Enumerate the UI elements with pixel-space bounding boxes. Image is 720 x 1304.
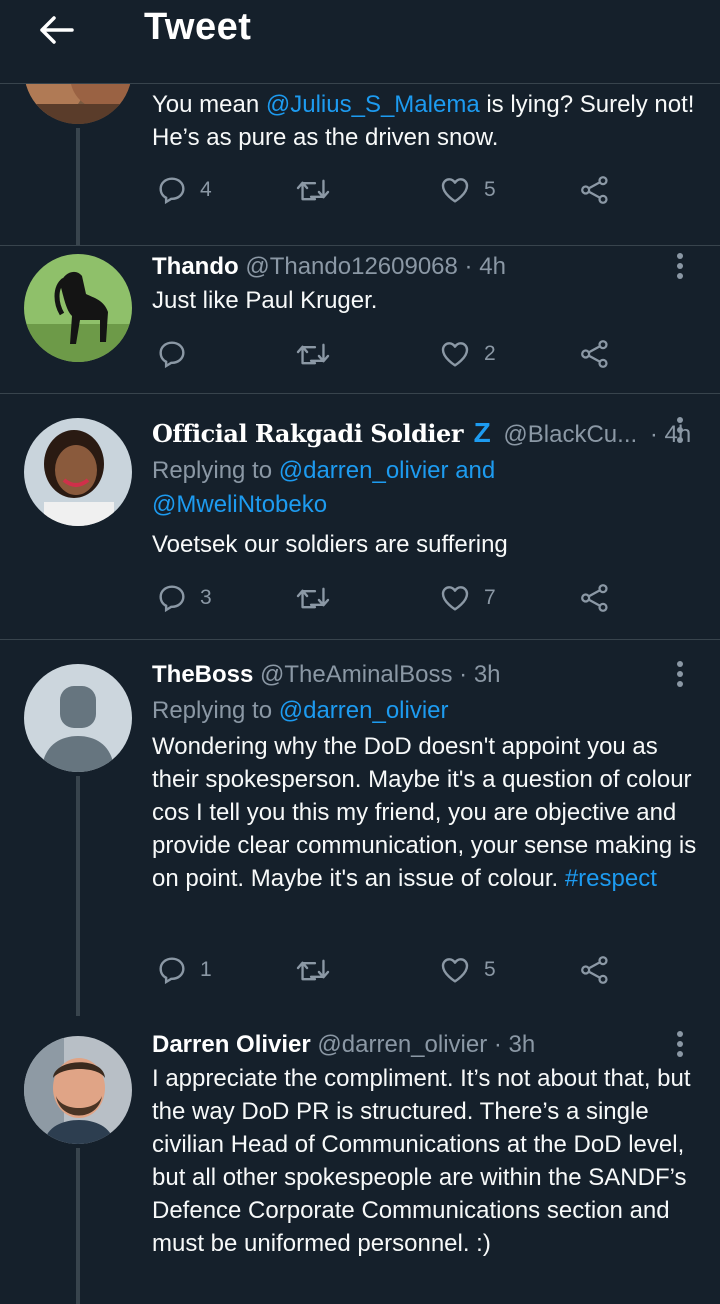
- thread-line: [76, 1148, 80, 1304]
- thread-line: [76, 776, 80, 1016]
- like-button[interactable]: 5: [438, 950, 496, 990]
- replying-to: Replying to @darren_olivier and @MweliNt…: [152, 457, 496, 518]
- retweet-icon: [296, 959, 330, 981]
- mention-link[interactable]: @Julius_S_Malema: [266, 91, 480, 118]
- thread-line: [76, 128, 80, 246]
- share-icon: [581, 584, 608, 612]
- share-button[interactable]: [578, 950, 612, 990]
- share-button[interactable]: [578, 334, 612, 374]
- retweet-button[interactable]: [296, 334, 342, 374]
- heart-icon: [441, 958, 469, 983]
- page-title: Tweet: [144, 6, 252, 48]
- timestamp[interactable]: 3h: [474, 661, 501, 688]
- like-button[interactable]: 2: [438, 334, 496, 374]
- reply-button[interactable]: 3: [156, 578, 212, 618]
- retweet-icon: [296, 179, 330, 201]
- avatar[interactable]: [24, 1036, 132, 1144]
- retweet-icon: [296, 587, 330, 609]
- reply-icon: [159, 585, 185, 613]
- tweet-reply[interactable]: Official Rakgadi Soldier Z @BlackCu... ·…: [0, 394, 720, 640]
- hashtag-link[interactable]: #respect: [565, 865, 657, 892]
- more-vertical-icon: [677, 417, 683, 443]
- author-name[interactable]: Thando: [152, 253, 239, 280]
- top-bar: Tweet: [0, 0, 720, 84]
- tweet-text: You mean @Julius_S_Malema is lying? Sure…: [152, 91, 695, 151]
- reply-icon: [159, 341, 185, 369]
- author-handle[interactable]: @TheAminalBoss: [260, 661, 452, 688]
- author-handle[interactable]: @BlackCu...: [503, 421, 637, 448]
- share-icon: [581, 956, 608, 984]
- retweet-button[interactable]: [296, 950, 342, 990]
- avatar[interactable]: [24, 664, 132, 772]
- tweet-reply[interactable]: Thando @Thando12609068 · 4h Just like Pa…: [0, 246, 720, 394]
- author-name[interactable]: Official Rakgadi Soldier: [152, 419, 463, 448]
- author-name[interactable]: Darren Olivier: [152, 1031, 311, 1058]
- retweet-icon: [296, 343, 330, 365]
- retweet-button[interactable]: [296, 170, 342, 210]
- mention-link[interactable]: @MweliNtobeko: [152, 491, 327, 518]
- share-icon: [581, 176, 608, 204]
- timestamp[interactable]: 3h: [509, 1031, 536, 1058]
- share-button[interactable]: [578, 170, 612, 210]
- arrow-left-icon: [40, 16, 74, 44]
- tweet-reply[interactable]: TheBoss @TheAminalBoss · 3h Replying to …: [0, 640, 720, 1016]
- timestamp[interactable]: 4h: [479, 253, 506, 280]
- share-icon: [581, 340, 608, 368]
- tweet-text: I appreciate the compliment. It’s not ab…: [152, 1065, 691, 1257]
- z-badge-icon: Z: [473, 417, 491, 448]
- avatar[interactable]: [24, 418, 132, 526]
- tweet-reply[interactable]: You mean @Julius_S_Malema is lying? Sure…: [0, 16, 720, 246]
- more-options-button[interactable]: [662, 248, 698, 284]
- reply-button[interactable]: 1: [156, 950, 212, 990]
- author-handle[interactable]: @darren_olivier: [317, 1031, 487, 1058]
- like-button[interactable]: 7: [438, 578, 496, 618]
- heart-icon: [441, 342, 469, 367]
- tweet-text: Voetsek our soldiers are suffering: [152, 531, 508, 558]
- mention-link[interactable]: @darren_olivier: [279, 697, 449, 724]
- reply-button[interactable]: 4: [156, 170, 212, 210]
- more-vertical-icon: [677, 1031, 683, 1057]
- reply-button[interactable]: [156, 334, 200, 374]
- author-name[interactable]: TheBoss: [152, 661, 253, 688]
- mention-link[interactable]: @darren_olivier: [279, 457, 449, 484]
- more-options-button[interactable]: [662, 412, 698, 448]
- tweet-reply[interactable]: Darren Olivier @darren_olivier · 3h I ap…: [0, 1016, 720, 1304]
- reply-icon: [159, 957, 185, 985]
- heart-icon: [441, 586, 469, 611]
- reply-icon: [159, 177, 185, 205]
- avatar[interactable]: [24, 254, 132, 362]
- more-vertical-icon: [677, 253, 683, 279]
- tweet-text: Just like Paul Kruger.: [152, 287, 378, 314]
- more-options-button[interactable]: [662, 656, 698, 692]
- heart-icon: [441, 178, 469, 203]
- more-options-button[interactable]: [662, 1026, 698, 1062]
- back-button[interactable]: [34, 10, 78, 50]
- tweet-text: Wondering why the DoD doesn't appoint yo…: [152, 733, 697, 892]
- like-button[interactable]: 5: [438, 170, 496, 210]
- author-handle[interactable]: @Thando12609068: [245, 253, 458, 280]
- retweet-button[interactable]: [296, 578, 342, 618]
- share-button[interactable]: [578, 578, 612, 618]
- more-vertical-icon: [677, 661, 683, 687]
- replying-to: Replying to @darren_olivier: [152, 697, 449, 724]
